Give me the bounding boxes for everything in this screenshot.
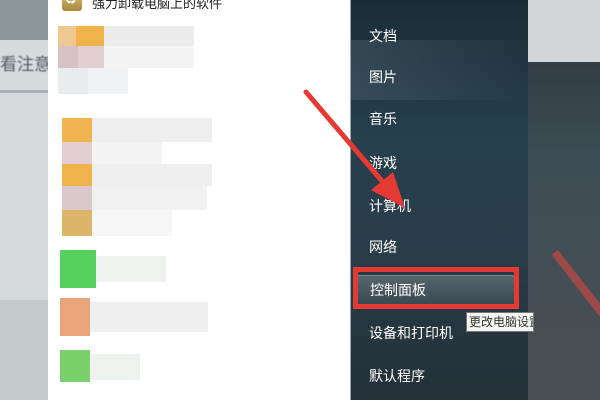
annotation-arrow-shaft (303, 89, 391, 191)
annotation-arrow (303, 89, 405, 208)
